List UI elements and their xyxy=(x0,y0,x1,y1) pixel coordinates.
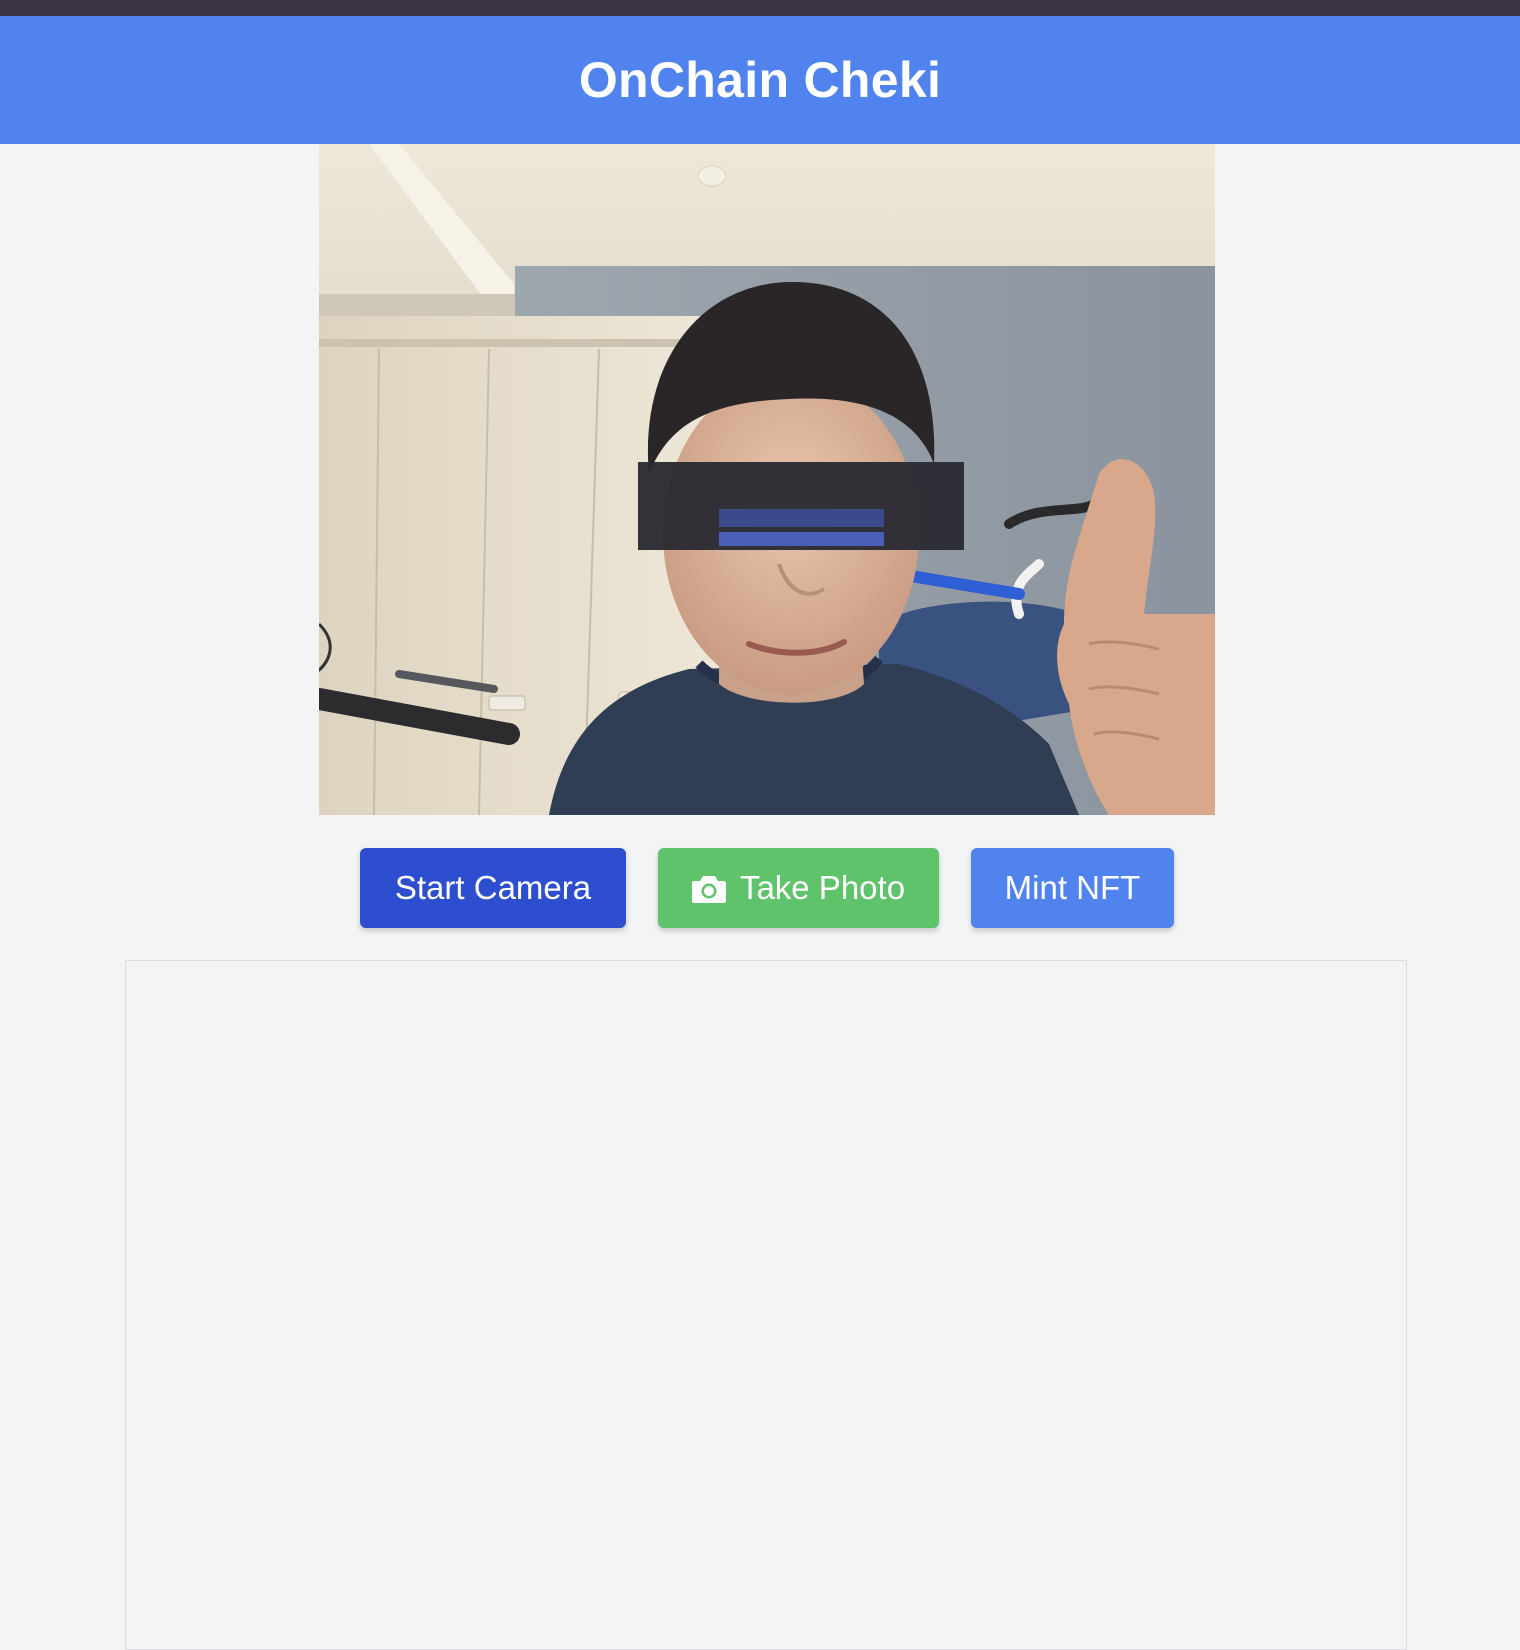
photo-preview-area xyxy=(125,960,1407,1650)
camera-preview xyxy=(319,144,1215,815)
mint-nft-button[interactable]: Mint NFT xyxy=(971,848,1174,928)
camera-icon xyxy=(691,873,726,903)
take-photo-label: Take Photo xyxy=(739,869,906,906)
camera-frame-image xyxy=(319,144,1215,815)
mint-nft-label: Mint NFT xyxy=(1004,869,1141,906)
window-top-strip xyxy=(0,0,1520,16)
app-title: OnChain Cheki xyxy=(578,52,942,108)
take-photo-button[interactable]: Take Photo xyxy=(658,848,939,928)
start-camera-button[interactable]: Start Camera xyxy=(360,848,626,928)
start-camera-label: Start Camera xyxy=(394,869,592,906)
app-header: OnChain Cheki xyxy=(0,16,1520,144)
camera-controls: Start Camera Take Photo Mint NFT xyxy=(0,848,1520,928)
